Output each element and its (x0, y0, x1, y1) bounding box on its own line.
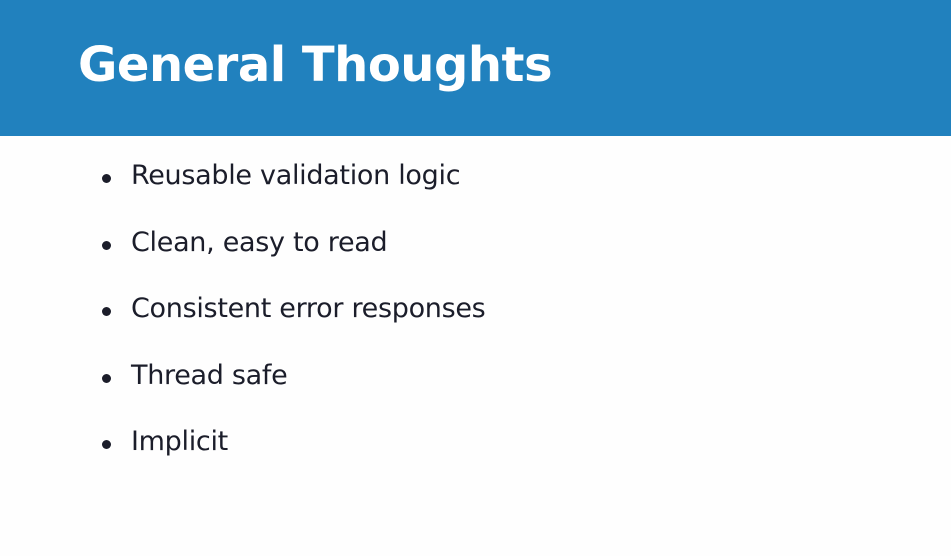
bullet-dot-icon (102, 240, 111, 250)
bullet-text: Implicit (131, 426, 228, 457)
bullet-text: Clean, easy to read (131, 226, 388, 258)
bullet-list: Reusable validation logic Clean, easy to… (0, 144, 700, 477)
bullet-dot-icon (102, 373, 111, 383)
bullet-dot-icon (102, 174, 111, 183)
bullet-text: Thread safe (131, 359, 288, 391)
bullet-item: Clean, easy to read (0, 211, 700, 278)
bullet-dot-icon (102, 307, 111, 316)
bullet-dot-icon (102, 440, 111, 449)
bullet-text: Reusable validation logic (131, 160, 461, 191)
bullet-item: Implicit (0, 410, 700, 477)
title-bar: General Thoughts (0, 0, 951, 136)
bullet-item: Reusable validation logic (0, 144, 700, 211)
bullet-item: Consistent error responses (0, 277, 700, 344)
slide-title: General Thoughts (78, 37, 553, 93)
bullet-text: Consistent error responses (131, 293, 486, 324)
slide: General Thoughts Reusable validation log… (0, 0, 951, 556)
bullet-item: Thread safe (0, 344, 700, 411)
